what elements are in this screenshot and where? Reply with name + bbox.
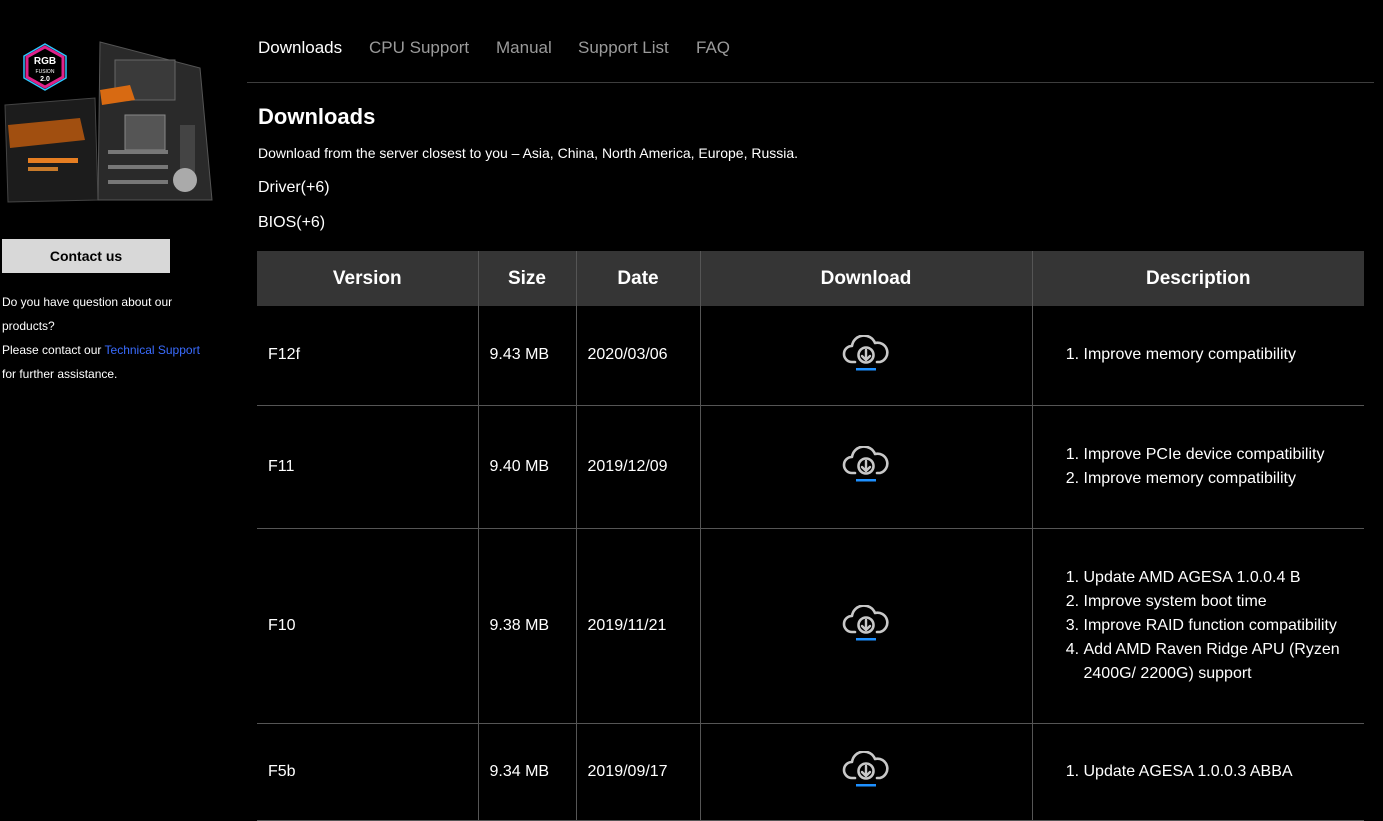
date-cell: 2019/12/09	[575, 405, 700, 529]
top-nav: Downloads CPU Support Manual Support Lis…	[247, 0, 1374, 83]
description-cell: Improve PCIe device compatibility Improv…	[1031, 405, 1364, 529]
description-list: Update AGESA 1.0.0.3 ABBA	[1065, 760, 1353, 784]
version-cell: F10	[257, 528, 478, 724]
nav-tab-faq[interactable]: FAQ	[696, 38, 730, 58]
rgb-fusion-logo: RGB FUSION 2.0	[23, 43, 67, 91]
description-item: Improve PCIe device compatibility	[1084, 443, 1353, 467]
svg-text:2.0: 2.0	[40, 76, 50, 83]
version-cell: F5b	[257, 723, 478, 821]
column-header-size: Size	[477, 251, 576, 306]
contact-info: Do you have question about our products?…	[2, 290, 217, 386]
description-cell: Improve memory compatibility	[1031, 306, 1364, 406]
svg-text:FUSION: FUSION	[36, 69, 55, 75]
question-text: Do you have question about our products?	[2, 295, 173, 333]
download-cell	[699, 306, 1032, 406]
description-list: Improve memory compatibility	[1065, 343, 1353, 367]
description-item: Improve RAID function compatibility	[1084, 614, 1353, 638]
category-driver[interactable]: Driver(+6)	[258, 179, 330, 197]
table-row: F11 9.40 MB 2019/12/09 Improve PCIe devi…	[257, 405, 1364, 529]
download-cell	[699, 723, 1032, 821]
cloud-download-icon[interactable]	[842, 334, 890, 371]
downloads-heading: Downloads	[258, 104, 376, 129]
cloud-download-icon[interactable]	[842, 751, 890, 787]
contact-us-button[interactable]: Contact us	[2, 239, 170, 273]
table-row: F5b 9.34 MB 2019/09/17 Update AGESA 1.0.…	[257, 723, 1364, 821]
contact-suffix: for further assistance.	[2, 367, 118, 381]
description-cell: Update AMD AGESA 1.0.0.4 B Improve syste…	[1031, 528, 1364, 724]
server-intro-text: Download from the server closest to you …	[258, 145, 799, 161]
cloud-download-icon[interactable]	[842, 605, 890, 641]
column-header-date: Date	[575, 251, 700, 306]
size-cell: 9.38 MB	[477, 528, 576, 724]
column-header-version: Version	[257, 251, 478, 306]
category-bios[interactable]: BIOS(+6)	[258, 214, 325, 232]
description-item: Improve system boot time	[1084, 590, 1353, 614]
bios-download-table: Version Size Date Download Description F…	[257, 251, 1364, 821]
description-cell: Update AGESA 1.0.0.3 ABBA	[1031, 723, 1364, 821]
version-cell: F12f	[257, 306, 478, 406]
date-cell: 2020/03/06	[575, 306, 700, 406]
technical-support-link[interactable]: Technical Support	[105, 343, 200, 357]
nav-tab-cpu-support[interactable]: CPU Support	[369, 38, 469, 58]
description-list: Improve PCIe device compatibility Improv…	[1065, 443, 1353, 491]
description-item: Update AMD AGESA 1.0.0.4 B	[1084, 566, 1353, 590]
description-item: Update AGESA 1.0.0.3 ABBA	[1084, 760, 1353, 784]
size-cell: 9.40 MB	[477, 405, 576, 529]
description-list: Update AMD AGESA 1.0.0.4 B Improve syste…	[1065, 566, 1353, 686]
description-item: Improve memory compatibility	[1084, 343, 1353, 367]
column-header-download: Download	[699, 251, 1032, 306]
size-cell: 9.43 MB	[477, 306, 576, 406]
product-image: RGB FUSION 2.0	[4, 41, 213, 203]
nav-tab-support-list[interactable]: Support List	[578, 38, 669, 58]
nav-tab-downloads[interactable]: Downloads	[258, 38, 342, 58]
description-item: Add AMD Raven Ridge APU (Ryzen 2400G/ 22…	[1084, 638, 1353, 686]
description-item: Improve memory compatibility	[1084, 467, 1353, 491]
date-cell: 2019/09/17	[575, 723, 700, 821]
svg-text:RGB: RGB	[34, 56, 56, 67]
column-header-description: Description	[1031, 251, 1364, 306]
date-cell: 2019/11/21	[575, 528, 700, 724]
contact-prefix: Please contact our	[2, 343, 105, 357]
table-row: F12f 9.43 MB 2020/03/06 Improve memory c…	[257, 306, 1364, 406]
size-cell: 9.34 MB	[477, 723, 576, 821]
cloud-download-icon[interactable]	[842, 446, 890, 482]
table-row: F10 9.38 MB 2019/11/21 Update AMD AGESA …	[257, 528, 1364, 724]
download-cell	[699, 528, 1032, 724]
download-cell	[699, 405, 1032, 529]
nav-tab-manual[interactable]: Manual	[496, 38, 552, 58]
version-cell: F11	[257, 405, 478, 529]
table-header-row: Version Size Date Download Description	[257, 251, 1364, 306]
sidebar: RGB FUSION 2.0 Contact us Do you have qu…	[0, 0, 240, 803]
